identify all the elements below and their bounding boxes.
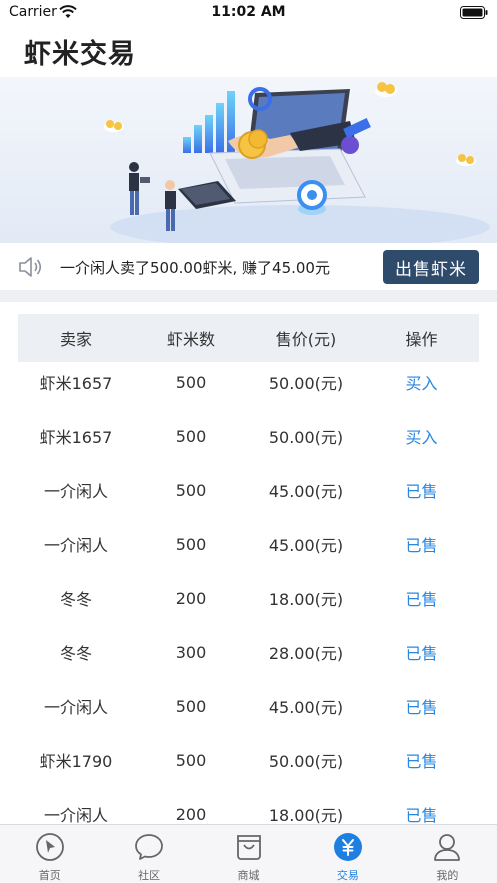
header-action: 操作	[405, 330, 438, 349]
chat-icon	[135, 834, 164, 860]
seller-cell: 一介闲人	[43, 536, 108, 555]
price-cell: 50.00(元)	[268, 428, 344, 447]
header-amount: 虾米数	[166, 330, 215, 349]
tab-label: 商城	[237, 869, 260, 882]
notice-bar: 一介闲人卖了500.00虾米, 赚了45.00元 出售虾米	[0, 243, 497, 290]
compass-icon	[35, 833, 64, 861]
sold-status[interactable]: 已售	[364, 748, 479, 772]
sell-shrimp-button[interactable]: 出售虾米	[383, 250, 479, 284]
location-pin-graphic	[297, 180, 327, 215]
tab-label: 我的	[436, 869, 459, 882]
amount-cell: 500	[175, 696, 207, 716]
user-icon	[434, 834, 461, 861]
banner-image[interactable]	[0, 77, 497, 243]
seller-cell: 冬冬	[59, 644, 92, 663]
table-row: 一介闲人 500 45.00(元) 已售	[18, 463, 479, 517]
tab-home[interactable]: 首页	[0, 825, 99, 883]
price-cell: 45.00(元)	[268, 698, 344, 717]
price-cell: 18.00(元)	[268, 806, 344, 825]
header-price: 售价(元)	[275, 330, 337, 349]
tab-label: 首页	[38, 869, 61, 882]
tab-mine[interactable]: 我的	[398, 825, 497, 883]
battery-icon	[460, 6, 488, 19]
sold-status[interactable]: 已售	[364, 802, 479, 826]
tab-bar: 首页 社区 商城 交易 我的	[0, 824, 497, 883]
speaker-icon	[19, 257, 42, 277]
seller-cell: 一介闲人	[43, 482, 108, 501]
tab-community[interactable]: 社区	[99, 825, 198, 883]
seller-cell: 一介闲人	[43, 806, 108, 825]
sold-status[interactable]: 已售	[364, 532, 479, 556]
sold-status[interactable]: 已售	[364, 586, 479, 610]
table-row: 冬冬 200 18.00(元) 已售	[18, 571, 479, 625]
sold-status[interactable]: 已售	[364, 694, 479, 718]
sold-status[interactable]: 已售	[364, 478, 479, 502]
table-row: 虾米1657 500 50.00(元) 买入	[18, 355, 479, 409]
notice-text: 一介闲人卖了500.00虾米, 赚了45.00元	[60, 259, 330, 277]
seller-cell: 一介闲人	[43, 698, 108, 717]
clock: 11:02 AM	[211, 4, 286, 20]
seller-cell: 虾米1657	[39, 374, 113, 393]
section-divider	[0, 290, 497, 302]
trade-table: 卖家 虾米数 售价(元) 操作 虾米1657 500 50.00(元) 买入 虾…	[18, 314, 479, 841]
table-row: 虾米1657 500 50.00(元) 买入	[18, 409, 479, 463]
shopping-bag-icon	[236, 835, 261, 860]
amount-cell: 300	[175, 642, 207, 662]
price-cell: 50.00(元)	[268, 374, 344, 393]
amount-cell: 500	[175, 426, 207, 446]
yuan-icon	[333, 833, 362, 861]
sold-status[interactable]: 已售	[364, 640, 479, 664]
price-cell: 18.00(元)	[268, 590, 344, 609]
seller-cell: 冬冬	[59, 590, 92, 609]
table-row: 一介闲人 500 45.00(元) 已售	[18, 679, 479, 733]
header-seller: 卖家	[59, 330, 92, 349]
amount-cell: 500	[175, 480, 207, 500]
amount-cell: 500	[175, 372, 207, 392]
amount-cell: 500	[175, 534, 207, 554]
seller-cell: 虾米1790	[39, 752, 113, 771]
tab-mall[interactable]: 商城	[199, 825, 298, 883]
tab-trade[interactable]: 交易	[298, 825, 397, 883]
amount-cell: 200	[175, 588, 207, 608]
price-cell: 50.00(元)	[268, 752, 344, 771]
buy-button[interactable]: 买入	[364, 424, 479, 448]
price-cell: 45.00(元)	[268, 536, 344, 555]
price-cell: 28.00(元)	[268, 644, 344, 663]
table-row: 虾米1790 500 50.00(元) 已售	[18, 733, 479, 787]
table-row: 一介闲人 500 45.00(元) 已售	[18, 517, 479, 571]
buy-button[interactable]: 买入	[364, 370, 479, 394]
price-cell: 45.00(元)	[268, 482, 344, 501]
banner-illustration	[0, 77, 497, 243]
amount-cell: 200	[175, 804, 207, 824]
tab-label: 交易	[336, 869, 359, 882]
amount-cell: 500	[175, 750, 207, 770]
table-body: 虾米1657 500 50.00(元) 买入 虾米1657 500 50.00(…	[18, 355, 479, 841]
tab-label: 社区	[138, 869, 161, 882]
seller-cell: 虾米1657	[39, 428, 113, 447]
table-row: 冬冬 300 28.00(元) 已售	[18, 625, 479, 679]
status-bar: Carrier 11:02 AM	[0, 0, 497, 26]
page-title: 虾米交易	[24, 39, 136, 70]
